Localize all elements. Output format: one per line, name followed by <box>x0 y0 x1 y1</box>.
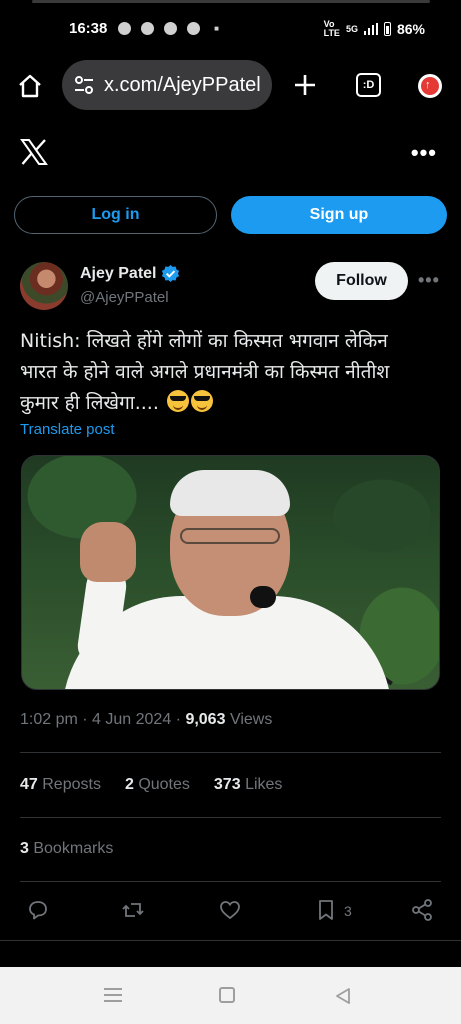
home-icon[interactable] <box>16 72 44 100</box>
author-handle[interactable]: @AjeyPPatel <box>80 289 169 306</box>
share-icon <box>412 899 432 921</box>
more-options-icon[interactable]: ••• <box>411 140 437 166</box>
reposts-count: 47 <box>20 776 38 793</box>
signup-button[interactable]: Sign up <box>231 196 447 234</box>
sunglasses-emoji-icon <box>190 390 213 412</box>
store-icon: ■ <box>214 24 219 33</box>
bookmarks-stat: 3 Bookmarks <box>20 840 113 858</box>
microphone <box>250 586 276 608</box>
battery-level: 86% <box>396 21 425 37</box>
login-button[interactable]: Log in <box>14 196 217 234</box>
bookmark-action-count: 3 <box>344 903 352 919</box>
bookmarks-label: Bookmarks <box>33 840 114 857</box>
repost-button[interactable] <box>121 898 147 924</box>
tweet-meta: 1:02 pm · 4 Jun 2024 · 9,063 Views <box>20 711 273 728</box>
bookmarks-count: 3 <box>20 840 29 857</box>
bookmark-icon <box>319 900 333 920</box>
tweet-more-icon[interactable]: ••• <box>418 270 440 291</box>
volte-icon: Vo LTE <box>323 19 340 38</box>
avatar[interactable] <box>20 262 68 310</box>
auth-buttons: Log in Sign up <box>14 196 447 234</box>
x-header: ••• <box>0 130 461 174</box>
site-settings-icon[interactable] <box>74 75 94 95</box>
recent-apps-icon[interactable] <box>104 988 122 1002</box>
system-nav-bar <box>0 967 461 1024</box>
reposts-label: Reposts <box>42 776 101 793</box>
likes-label: Likes <box>245 776 283 793</box>
alarm-icon <box>187 22 200 35</box>
share-button[interactable] <box>410 898 436 924</box>
tweet-line: भारत के होने वाले अगले प्रधानमंत्री का क… <box>20 361 390 383</box>
author-name[interactable]: Ajey Patel <box>80 265 156 283</box>
divider <box>20 752 441 753</box>
signal-icon <box>363 23 378 35</box>
back-icon[interactable] <box>334 987 352 1005</box>
views-label: Views <box>229 711 273 728</box>
quotes-count: 2 <box>124 776 134 793</box>
like-button[interactable] <box>218 898 244 924</box>
tweet-author: Ajey Patel @AjeyPPatel Follow ••• <box>20 260 441 312</box>
reposts-stat[interactable]: 47 Reposts <box>20 776 101 794</box>
chrome-notification-icon <box>164 22 177 35</box>
quotes-label: Quotes <box>138 776 190 793</box>
status-bar: 16:38 ■ Vo LTE 5G 86% <box>0 0 461 60</box>
repost-icon <box>122 903 144 917</box>
tweet-line-last: कुमार ही लिखेगा.... <box>20 388 440 419</box>
browser-toolbar: x.com/AjeyPPatel :D ↑ <box>0 58 461 112</box>
tweet-text: Nitish: लिखते होंगे लोगों का किस्मत भगवा… <box>20 326 440 419</box>
divider <box>20 817 441 818</box>
reply-icon <box>29 901 47 920</box>
reply-button[interactable] <box>26 898 52 924</box>
tweet-line: Nitish: लिखते होंगे लोगों का किस्मत भगवा… <box>20 330 388 352</box>
verified-badge-icon <box>162 264 180 283</box>
new-tab-icon[interactable] <box>291 71 319 99</box>
address-bar[interactable]: x.com/AjeyPPatel <box>62 60 272 110</box>
views-count: 9,063 <box>185 711 226 728</box>
browser-menu-update-icon[interactable]: ↑ <box>418 74 442 98</box>
battery-icon <box>383 22 391 36</box>
photo-raised-fist <box>80 522 136 582</box>
status-right: Vo LTE 5G 86% <box>324 20 425 38</box>
status-topline <box>32 0 430 3</box>
tweet-date[interactable]: 4 Jun 2024 <box>92 711 171 728</box>
photo-glasses <box>180 528 280 544</box>
photo-person-hair <box>170 470 290 516</box>
translate-post-link[interactable]: Translate post <box>20 421 115 438</box>
likes-count: 373 <box>213 776 241 793</box>
x-logo-icon[interactable] <box>20 139 48 165</box>
tweet-line: कुमार ही लिखेगा.... <box>20 392 159 414</box>
tab-switcher-button[interactable]: :D <box>356 73 381 97</box>
home-nav-icon[interactable] <box>219 987 235 1003</box>
status-time: 16:38 <box>69 20 108 37</box>
likes-stat[interactable]: 373 Likes <box>214 776 283 794</box>
network-label: 5G <box>345 23 358 34</box>
bookmark-button[interactable] <box>314 898 340 924</box>
notification-icons: ■ <box>118 22 223 35</box>
heart-icon <box>220 901 240 920</box>
follow-button[interactable]: Follow <box>315 262 408 300</box>
divider <box>0 940 461 941</box>
divider <box>20 881 441 882</box>
tweet-time[interactable]: 1:02 pm <box>20 711 78 728</box>
url-text[interactable]: x.com/AjeyPPatel <box>104 74 261 97</box>
chrome-notification-icon <box>141 22 154 35</box>
tweet-photo[interactable] <box>21 455 440 690</box>
tweet-actions: 3 <box>26 898 436 926</box>
chrome-notification-icon <box>118 22 131 35</box>
author-name-row[interactable]: Ajey Patel <box>80 264 180 283</box>
sunglasses-emoji-icon <box>166 390 189 412</box>
engagement-stats: 47 Reposts 2 Quotes 373 Likes <box>20 776 282 794</box>
quotes-stat[interactable]: 2 Quotes <box>125 776 190 794</box>
